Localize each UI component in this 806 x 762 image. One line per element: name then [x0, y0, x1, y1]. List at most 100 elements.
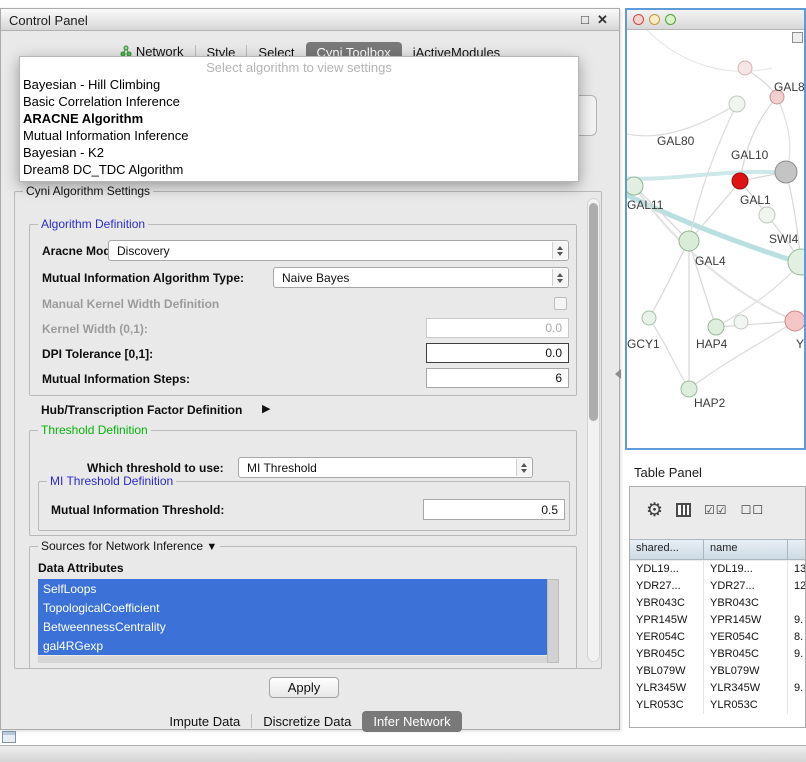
which-threshold-combo[interactable]: MI Threshold — [238, 457, 533, 478]
node[interactable] — [729, 96, 745, 112]
node-label: GAL80 — [657, 134, 694, 148]
network-canvas[interactable]: GAL8 GAL80 GAL10 GAL11 GAL1 SWI4 GAL4 GC… — [627, 30, 804, 448]
table-body: YDL19... YDL19... 13 YDR27... YDR27... 1… — [630, 561, 805, 727]
mi-threshold-value: 0.5 — [541, 503, 558, 517]
attribute-list-scrollbar[interactable] — [547, 579, 559, 663]
node[interactable] — [738, 61, 752, 75]
deselect-all-icon[interactable]: ☐☐ — [741, 503, 765, 517]
hub-section-label[interactable]: Hub/Transcription Factor Definition — [41, 403, 242, 417]
close-traffic-light-icon[interactable] — [633, 14, 644, 25]
table-row[interactable]: YLR053C YLR053C — [630, 697, 805, 714]
table-cell: YBR045C — [630, 646, 704, 663]
table-row[interactable]: YBR043C YBR043C — [630, 595, 805, 612]
collapse-right-icon[interactable]: ▶ — [262, 402, 270, 415]
attribute-item-selected[interactable]: SelfLoops — [38, 579, 547, 598]
node-label: HAP4 — [696, 337, 727, 351]
table-row[interactable]: YDL19... YDL19... 13 — [630, 561, 805, 578]
tab-infer-network[interactable]: Infer Network — [362, 711, 461, 732]
tab-discretize-data[interactable]: Discretize Data — [252, 711, 362, 732]
network-view-window[interactable]: GAL8 GAL80 GAL10 GAL11 GAL1 SWI4 GAL4 GC… — [625, 8, 806, 450]
dropdown-item[interactable]: Dream8 DC_TDC Algorithm — [20, 161, 578, 178]
birdseye-toggle-icon[interactable] — [792, 32, 803, 43]
table-row[interactable]: YBR045C YBR045C 9. — [630, 646, 805, 663]
node-gal1[interactable] — [759, 207, 775, 223]
table-cell: 13 — [788, 561, 805, 578]
mi-threshold-field[interactable]: 0.5 — [423, 499, 565, 520]
table-row[interactable]: YBL079W YBL079W — [630, 663, 805, 680]
node-pink[interactable] — [785, 311, 804, 331]
column-header-extra[interactable] — [788, 540, 805, 559]
float-window-icon[interactable]: □ — [581, 12, 589, 27]
select-all-icon[interactable]: ☑☑ — [704, 503, 728, 517]
table-row[interactable]: YPR145W YPR145W 9. — [630, 612, 805, 629]
mi-type-combo[interactable]: Naive Bayes — [273, 267, 569, 288]
attribute-list: SelfLoops TopologicalCoefficient Between… — [38, 579, 559, 669]
node-gal4[interactable] — [679, 231, 699, 251]
settings-group-title: Cyni Algorithm Settings — [23, 184, 153, 198]
attribute-item-selected[interactable]: gal4RGexp — [38, 636, 547, 655]
dropdown-item[interactable]: Basic Correlation Inference — [20, 93, 578, 110]
apply-button[interactable]: Apply — [269, 677, 339, 698]
table-cell: YPR145W — [630, 612, 704, 629]
attribute-item-selected[interactable]: BetweennessCentrality — [38, 617, 547, 636]
table-cell: YDL19... — [704, 561, 788, 578]
algorithm-definition-group: Algorithm Definition Aracne Mode: Discov… — [29, 224, 577, 396]
settings-scrollbar-thumb[interactable] — [589, 203, 598, 421]
algorithm-dropdown-popup: Select algorithm to view settings Bayesi… — [19, 56, 579, 182]
table-row[interactable]: YDR27... YDR27... 12 — [630, 578, 805, 595]
column-header-shared-name[interactable]: shared... — [630, 540, 704, 559]
settings-scrollbar[interactable] — [587, 198, 600, 662]
table-cell — [788, 663, 805, 680]
column-browser-icon[interactable] — [676, 503, 691, 517]
minimized-panel-icon[interactable] — [2, 731, 16, 743]
aracne-mode-value: Discovery — [117, 244, 170, 258]
table-row[interactable]: YER054C YER054C 8. — [630, 629, 805, 646]
dpi-tolerance-label: DPI Tolerance [0,1]: — [42, 347, 153, 361]
node-hap2[interactable] — [681, 381, 697, 397]
mi-steps-label: Mutual Information Steps: — [42, 372, 190, 386]
splitter-collapse-icon[interactable] — [615, 369, 621, 379]
node-hap4[interactable] — [708, 319, 724, 335]
node-gcy1[interactable] — [642, 311, 656, 325]
node-label: GCY1 — [627, 337, 660, 351]
table-panel-window: ⚙ ☑☑ ☐☐ shared... name YDL19... YDL19...… — [629, 486, 806, 728]
table-cell: YLR053C — [630, 697, 704, 714]
node-gal11[interactable] — [627, 177, 643, 195]
window-title: Control Panel — [9, 13, 88, 28]
attribute-item-selected[interactable]: TopologicalCoefficient — [38, 598, 547, 617]
table-row[interactable]: YLR345W YLR345W 9. — [630, 680, 805, 697]
gear-icon[interactable]: ⚙ — [646, 501, 663, 520]
close-window-icon[interactable]: ✕ — [597, 12, 608, 28]
manual-kernel-checkbox[interactable] — [554, 297, 567, 310]
dropdown-item[interactable]: Mutual Information Inference — [20, 127, 578, 144]
which-threshold-value: MI Threshold — [247, 461, 317, 475]
dropdown-item[interactable]: Bayesian - K2 — [20, 144, 578, 161]
tab-impute-data[interactable]: Impute Data — [158, 711, 251, 732]
dropdown-item-selected[interactable]: ARACNE Algorithm — [20, 110, 578, 127]
column-header-name[interactable]: name — [704, 540, 788, 559]
mi-threshold-group: MI Threshold Definition Mutual Informati… — [38, 481, 570, 531]
kernel-width-field[interactable]: 0.0 — [426, 318, 569, 338]
minimize-traffic-light-icon[interactable] — [649, 14, 660, 25]
node[interactable] — [734, 315, 748, 329]
dropdown-item[interactable]: Bayesian - Hill Climbing — [20, 76, 578, 93]
node-gray-hub[interactable] — [775, 161, 797, 183]
zoom-traffic-light-icon[interactable] — [665, 14, 676, 25]
table-cell: YLR053C — [704, 697, 788, 714]
node-label: GAL1 — [740, 193, 771, 207]
mi-steps-field[interactable]: 6 — [426, 368, 569, 388]
node-swi4[interactable] — [788, 249, 804, 275]
table-cell: YBR045C — [704, 646, 788, 663]
mi-threshold-label: Mutual Information Threshold: — [51, 503, 224, 517]
combo-stepper-icon — [552, 269, 567, 286]
mi-steps-value: 6 — [555, 371, 562, 385]
threshold-definition-title: Threshold Definition — [38, 423, 151, 437]
sources-group-title[interactable]: Sources for Network Inference ▼ — [38, 539, 220, 553]
table-cell: YBL079W — [630, 663, 704, 680]
node-gal10-highlighted[interactable] — [732, 173, 748, 189]
aracne-mode-combo[interactable]: Discovery — [108, 240, 569, 261]
table-cell: YDR27... — [704, 578, 788, 595]
attribute-list-hscrollbar[interactable] — [38, 656, 547, 663]
dpi-tolerance-field[interactable]: 0.0 — [426, 343, 569, 363]
node-label: GAL8 — [774, 80, 804, 94]
